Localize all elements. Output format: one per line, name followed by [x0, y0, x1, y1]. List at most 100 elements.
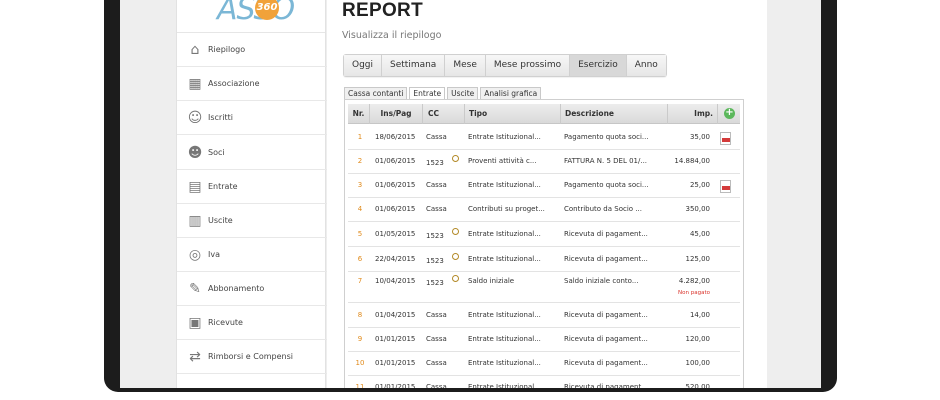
cell-nr: 6 [357, 255, 363, 263]
sidebar-item-uscite[interactable]: ▥ Uscite [177, 204, 327, 238]
sidebar-item-abbonamento[interactable]: ✎ Abbonamento [177, 272, 327, 306]
pdf-icon[interactable] [720, 132, 731, 145]
cell-descrizione: Ricevuta di pagament... [564, 230, 648, 238]
table-row[interactable]: 11 01/01/2015 Cassa Entrate Istituzional...… [348, 376, 740, 388]
sidebar-item-ricevute[interactable]: ▣ Ricevute [177, 306, 327, 340]
sidebar-item-iscritti[interactable]: ☺ Iscritti [177, 101, 327, 135]
tab-anno[interactable]: Anno [626, 55, 666, 76]
cell-descrizione: Ricevuta di pagament... [564, 335, 648, 343]
pen-paper-icon: ✎ [189, 280, 201, 297]
sidebar-item-label: Entrate [208, 182, 238, 191]
app-logo[interactable]: ASSO 360 [177, 0, 325, 33]
cell-descrizione: Ricevuta di pagament... [564, 311, 648, 319]
sidebar-item-label: Associazione [208, 79, 260, 88]
cell-nr: 4 [357, 205, 363, 213]
sidebar-item-riepilogo[interactable]: ⌂ Riepilogo [177, 33, 327, 67]
tab-oggi[interactable]: Oggi [344, 55, 383, 76]
cell-descrizione: Ricevuta di pagament... [564, 383, 648, 388]
cell-cc: Cassa [426, 311, 447, 319]
table-row[interactable]: 6 22/04/2015 1523 Entrate Istituzional... Ri… [348, 247, 740, 272]
header-tipo[interactable]: Tipo [465, 104, 561, 124]
magnifier-icon[interactable] [452, 155, 459, 162]
header-descrizione[interactable]: Descrizione [561, 104, 668, 124]
sidebar-item-associazione[interactable]: ▦ Associazione [177, 67, 327, 101]
sidebar-item-rimborsi-e-compensi[interactable]: ⇄ Rimborsi e Compensi [177, 340, 327, 374]
cell-date: 01/06/2015 [375, 157, 416, 165]
status-note: Non pagato [678, 290, 710, 296]
table-row[interactable]: 8 01/04/2015 Cassa Entrate Istituzional... R… [348, 303, 740, 328]
table-row[interactable]: 5 01/05/2015 1523 Entrate Istituzional... Ri… [348, 222, 740, 247]
table-row[interactable]: 10 01/01/2015 Cassa Entrate Istituzional...… [348, 352, 740, 376]
sidebar: ASSO 360 ⌂ Riepilogo ▦ Associazione ☺ Iscritt… [176, 0, 327, 388]
sidebar-item-label: Soci [208, 148, 225, 157]
cell-nr: 5 [357, 230, 363, 238]
pdf-icon[interactable] [720, 180, 731, 193]
sidebar-item-iva[interactable]: ◎ Iva [177, 238, 327, 272]
table-row[interactable]: 9 01/01/2015 Cassa Entrate Istituzional... R… [348, 328, 740, 352]
cell-date: 01/04/2015 [375, 311, 416, 319]
coin-icon: ◎ [188, 246, 202, 263]
cell-tipo: Saldo iniziale [468, 277, 515, 285]
cell-date: 01/05/2015 [375, 230, 416, 238]
header-cc[interactable]: CC [423, 104, 465, 124]
magnifier-icon[interactable] [452, 275, 459, 282]
sidebar-item-label: Iva [208, 250, 220, 259]
cell-descrizione: Contributo da Socio ... [564, 205, 642, 213]
sidebar-item-label: Ricevute [208, 318, 243, 327]
cell-nr: 8 [357, 311, 363, 319]
cell-descrizione: Ricevuta di pagament... [564, 255, 648, 263]
magnifier-icon[interactable] [452, 253, 459, 260]
tab-mese-prossimo[interactable]: Mese prossimo [485, 55, 571, 76]
subtab-cassa-contanti[interactable]: Cassa contanti [344, 87, 408, 99]
sidebar-item-label: Uscite [208, 216, 233, 225]
header-date[interactable]: Ins/Pag [370, 104, 423, 124]
entries-table: Nr. Ins/Pag CC Tipo Descrizione Imp. + 1… [344, 99, 744, 388]
tab-mese[interactable]: Mese [445, 55, 486, 76]
cell-nr: 9 [357, 335, 363, 343]
sidebar-item-label: Abbonamento [208, 284, 265, 293]
home-icon: ⌂ [190, 41, 200, 58]
cell-nr: 2 [357, 157, 363, 165]
cell-importo: 4.282,00 [678, 277, 710, 285]
sidebar-item-label: Iscritti [208, 113, 233, 122]
magnifier-icon[interactable] [452, 228, 459, 235]
sidebar-item-soci[interactable]: ☻ Soci [177, 136, 327, 170]
cell-date: 10/04/2015 [375, 277, 416, 285]
table-row[interactable]: 2 01/06/2015 1523 Proventi attività c... FAT… [348, 150, 740, 174]
cell-importo: 350,00 [685, 205, 711, 213]
cell-cc: Cassa [426, 383, 447, 388]
add-entry-button[interactable]: + [724, 108, 735, 119]
subtab-uscite[interactable]: Uscite [447, 87, 479, 99]
refund-icon: ⇄ [189, 348, 201, 365]
cell-date: 01/06/2015 [375, 205, 416, 213]
table-row[interactable]: 3 01/06/2015 Cassa Entrate Istituzional... P… [348, 174, 740, 198]
header-importo[interactable]: Imp. [668, 104, 718, 124]
header-nr[interactable]: Nr. [348, 104, 370, 124]
subtab-analisi-grafica[interactable]: Analisi grafica [480, 87, 542, 99]
table-row[interactable]: 7 10/04/2015 1523 Saldo iniziale Saldo inizi… [348, 272, 740, 303]
cell-tipo: Entrate Istituzional... [468, 335, 541, 343]
sidebar-item-entrate[interactable]: ▤ Entrate [177, 170, 327, 204]
cell-importo: 45,00 [689, 230, 710, 238]
cell-tipo: Entrate Istituzional... [468, 181, 541, 189]
cell-cc: Cassa [426, 335, 447, 343]
cell-date: 18/06/2015 [375, 133, 416, 141]
cell-descrizione: Pagamento quota soci... [564, 181, 649, 189]
tab-esercizio[interactable]: Esercizio [570, 55, 627, 76]
tab-settimana[interactable]: Settimana [382, 55, 446, 76]
cell-nr: 10 [355, 359, 365, 367]
subtab-entrate[interactable]: Entrate [409, 87, 446, 99]
cell-tipo: Entrate Istituzional... [468, 383, 541, 388]
cell-importo: 14.884,00 [674, 157, 710, 165]
document-out-icon: ▥ [188, 212, 202, 229]
cell-cc: 1523 [426, 159, 444, 167]
page-title: REPORT [342, 0, 423, 21]
person-group-icon: ☻ [187, 144, 203, 161]
cell-importo: 100,00 [685, 359, 711, 367]
table-row[interactable]: 1 18/06/2015 Cassa Entrate Istituzional... P… [348, 125, 740, 150]
section-tabs: Cassa contanti Entrate Uscite Analisi grafi… [344, 87, 543, 99]
cell-tipo: Entrate Istituzional... [468, 133, 541, 141]
page-subtitle: Visualizza il riepilogo [342, 30, 442, 41]
cell-descrizione: Pagamento quota soci... [564, 133, 649, 141]
table-row[interactable]: 4 01/06/2015 Cassa Contributi su proget... C… [348, 198, 740, 222]
